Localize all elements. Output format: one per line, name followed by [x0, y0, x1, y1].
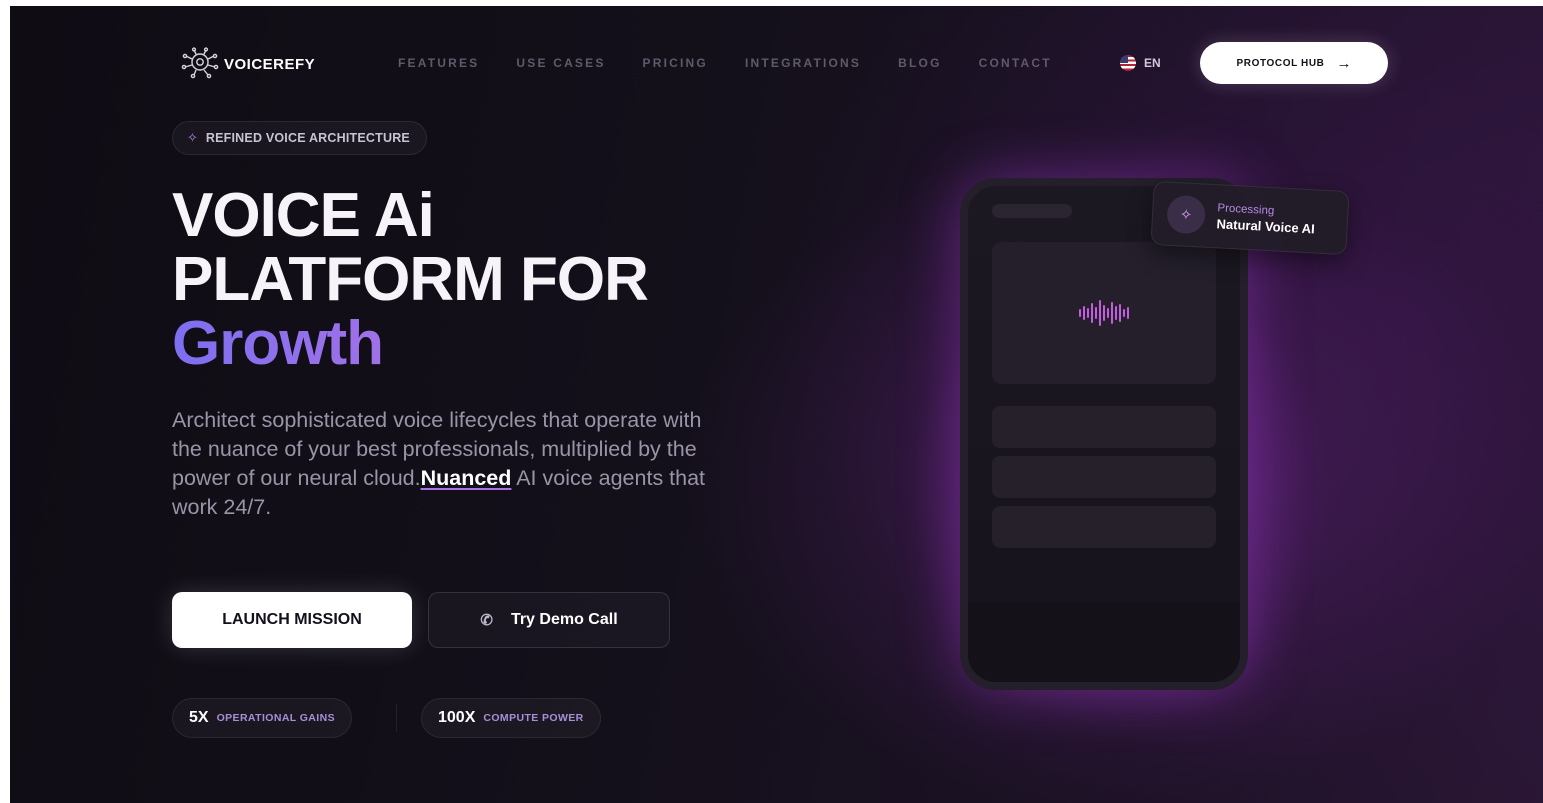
wave-bar [1111, 302, 1113, 324]
language-label: EN [1144, 56, 1161, 70]
wave-bar [1115, 306, 1117, 320]
placeholder-row [992, 506, 1216, 548]
description-highlight: Nuanced [420, 466, 512, 490]
nav-link-pricing[interactable]: PRICING [643, 56, 708, 70]
phone-mockup [960, 178, 1248, 690]
stat-label: OPERATIONAL GAINS [216, 712, 335, 724]
processing-text: Processing Natural Voice AI [1216, 202, 1316, 236]
wave-bar [1123, 309, 1125, 317]
processing-status-card: ✧ Processing Natural Voice AI [1150, 180, 1350, 256]
headline-line-3: Growth [172, 312, 648, 376]
phone-screen [968, 186, 1240, 682]
stat-label: COMPUTE POWER [483, 712, 584, 724]
hero-badge-label: REFINED VOICE ARCHITECTURE [205, 131, 410, 145]
top-nav: VOICEREFY FEATURES USE CASES PRICING INT… [180, 42, 1388, 84]
nav-link-integrations[interactable]: INTEGRATIONS [745, 56, 861, 70]
hero-page: VOICEREFY FEATURES USE CASES PRICING INT… [10, 6, 1543, 803]
placeholder-row [992, 456, 1216, 498]
sparkle-icon: ✧ [1166, 194, 1207, 235]
processing-title: Natural Voice AI [1216, 215, 1316, 236]
launch-mission-button[interactable]: LAUNCH MISSION [172, 592, 412, 648]
nav-link-contact[interactable]: CONTACT [979, 56, 1052, 70]
phone-bottom-area [968, 602, 1240, 682]
stat-value: 5X [189, 709, 209, 726]
wave-bar [1099, 300, 1101, 326]
wave-bar [1095, 307, 1097, 319]
brand-logo[interactable]: VOICEREFY [180, 47, 315, 81]
try-demo-call-button[interactable]: ✆ Try Demo Call [428, 592, 670, 648]
sparkle-icon: ✧ [187, 130, 198, 145]
nav-link-use-cases[interactable]: USE CASES [516, 56, 605, 70]
wave-bar [1119, 304, 1121, 322]
sound-wave-icon [1079, 298, 1129, 328]
stat-value: 100X [438, 709, 476, 726]
wave-bar [1107, 308, 1109, 318]
nav-link-features[interactable]: FEATURES [398, 56, 479, 70]
headline-line-2: PLATFORM FOR [172, 245, 649, 314]
arrow-right-icon: → [1336, 54, 1352, 72]
protocol-hub-button[interactable]: PROTOCOL HUB → [1200, 42, 1388, 84]
hero-headline: VOICE Ai PLATFORM FOR Growth [172, 181, 649, 376]
phone-status-bar [992, 204, 1072, 218]
wave-bar [1083, 306, 1085, 320]
protocol-hub-label: PROTOCOL HUB [1236, 57, 1325, 69]
nav-links: FEATURES USE CASES PRICING INTEGRATIONS … [398, 56, 1052, 70]
wave-bar [1103, 305, 1105, 321]
wave-bar [1079, 309, 1081, 317]
us-flag-icon [1120, 55, 1136, 71]
wave-bar [1087, 308, 1089, 318]
brain-circuit-icon [181, 47, 219, 79]
wave-bar [1091, 303, 1093, 323]
headline-line-1: VOICE Ai [172, 181, 435, 250]
nav-link-blog[interactable]: BLOG [898, 56, 941, 70]
hero-badge: ✧ REFINED VOICE ARCHITECTURE [172, 121, 427, 155]
language-selector[interactable]: EN [1120, 55, 1161, 71]
hero-description: Architect sophisticated voice lifecycles… [172, 406, 732, 522]
stat-compute-power: 100X COMPUTE POWER [421, 698, 601, 738]
try-demo-call-label: Try Demo Call [510, 611, 618, 628]
placeholder-row [992, 406, 1216, 448]
brand-name: VOICEREFY [224, 55, 316, 73]
stat-divider [396, 704, 397, 732]
phone-icon: ✆ [480, 612, 493, 629]
stat-operational-gains: 5X OPERATIONAL GAINS [172, 698, 352, 738]
waveform-panel [992, 242, 1216, 384]
wave-bar [1127, 307, 1129, 319]
